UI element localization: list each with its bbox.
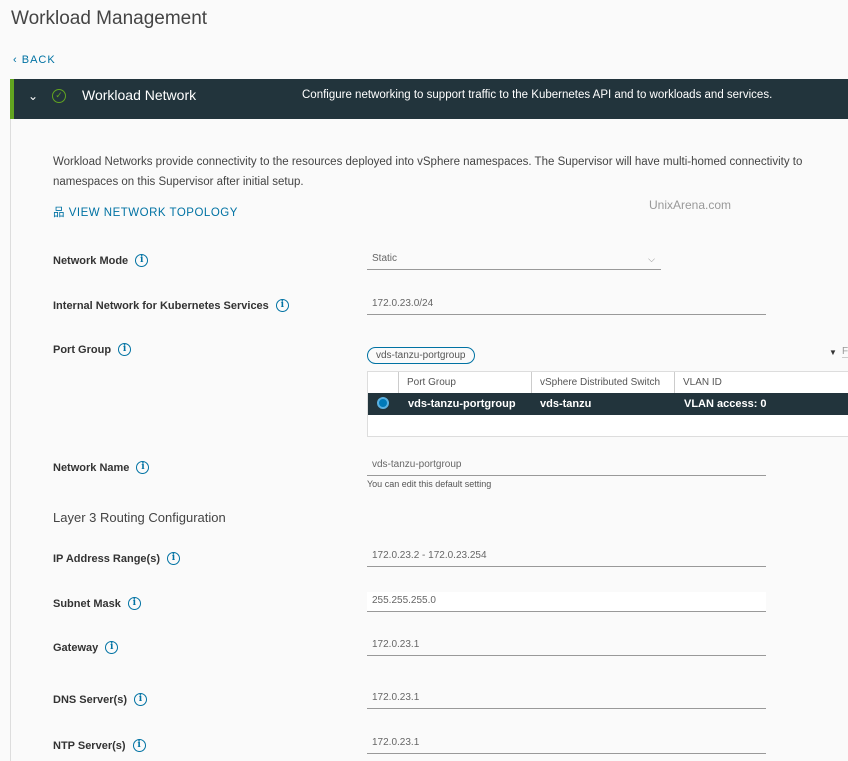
label-text: Network Mode bbox=[53, 254, 129, 267]
chevron-left-icon: ‹ bbox=[13, 54, 22, 66]
dns-input[interactable]: 172.0.23.1 bbox=[367, 689, 766, 709]
internal-network-label: Internal Network for Kubernetes Services… bbox=[53, 299, 289, 312]
section-description: Configure networking to support traffic … bbox=[302, 89, 773, 101]
network-name-input[interactable]: vds-tanzu-portgroup bbox=[367, 456, 766, 476]
info-icon[interactable]: i bbox=[135, 254, 149, 267]
ntp-label: NTP Server(s) i bbox=[53, 739, 146, 752]
info-icon[interactable]: i bbox=[127, 597, 141, 610]
network-mode-label: Network Mode i bbox=[53, 254, 149, 267]
network-name-hint: You can edit this default setting bbox=[367, 479, 492, 489]
page-title: Workload Management bbox=[11, 8, 208, 29]
label-text: Gateway bbox=[53, 641, 99, 654]
select-value: Static bbox=[372, 253, 398, 264]
port-group-label: Port Group i bbox=[53, 343, 132, 356]
back-link[interactable]: ‹ BACK bbox=[13, 54, 56, 66]
topology-link-label: VIEW NETWORK TOPOLOGY bbox=[68, 207, 238, 219]
column-header-port-group[interactable]: Port Group bbox=[398, 372, 531, 393]
info-icon[interactable]: i bbox=[132, 739, 146, 752]
dns-label: DNS Server(s) i bbox=[53, 693, 147, 706]
label-text: Port Group bbox=[53, 343, 112, 356]
check-circle-icon: ✓ bbox=[52, 89, 66, 103]
cell-switch: vds-tanzu bbox=[540, 398, 592, 410]
column-header-vlan[interactable]: VLAN ID bbox=[674, 372, 848, 393]
internal-network-input[interactable]: 172.0.23.0/24 bbox=[367, 295, 766, 315]
label-text: DNS Server(s) bbox=[53, 693, 127, 706]
column-header-switch[interactable]: vSphere Distributed Switch bbox=[531, 372, 674, 393]
table-row[interactable]: vds-tanzu-portgroup vds-tanzu VLAN acces… bbox=[368, 393, 848, 415]
gateway-label: Gateway i bbox=[53, 641, 119, 654]
back-label: BACK bbox=[21, 54, 56, 66]
section-header[interactable]: ⌄ ✓ Workload Network Configure networkin… bbox=[10, 79, 848, 119]
gateway-input[interactable]: 172.0.23.1 bbox=[367, 636, 766, 656]
label-text: NTP Server(s) bbox=[53, 739, 126, 752]
info-icon[interactable]: i bbox=[275, 299, 289, 312]
row-radio-button[interactable] bbox=[377, 397, 389, 409]
label-text: Internal Network for Kubernetes Services bbox=[53, 299, 269, 312]
l3-routing-heading: Layer 3 Routing Configuration bbox=[53, 510, 226, 525]
view-network-topology-link[interactable]: 品 VIEW NETWORK TOPOLOGY bbox=[53, 204, 238, 220]
info-icon[interactable]: i bbox=[105, 641, 119, 654]
subnet-mask-label: Subnet Mask i bbox=[53, 597, 141, 610]
label-text: Subnet Mask bbox=[53, 597, 121, 610]
info-icon[interactable]: i bbox=[136, 461, 150, 474]
port-group-table: Port Group vSphere Distributed Switch VL… bbox=[367, 371, 848, 437]
chevron-down-icon: ⌵ bbox=[648, 254, 655, 264]
watermark: UnixArena.com bbox=[649, 198, 732, 212]
info-icon[interactable]: i bbox=[133, 693, 147, 706]
network-mode-select[interactable]: Static ⌵ bbox=[367, 250, 661, 270]
subnet-mask-input[interactable]: 255.255.255.0 bbox=[367, 592, 766, 612]
label-text: IP Address Range(s) bbox=[53, 552, 160, 565]
filter-input[interactable]: Filter bbox=[842, 346, 848, 358]
label-text: Network Name bbox=[53, 461, 130, 474]
ntp-input[interactable]: 172.0.23.1 bbox=[367, 734, 766, 754]
section-title: Workload Network bbox=[82, 87, 197, 103]
ip-range-label: IP Address Range(s) i bbox=[53, 552, 180, 565]
cell-port-group: vds-tanzu-portgroup bbox=[408, 398, 516, 410]
cell-vlan: VLAN access: 0 bbox=[684, 398, 767, 410]
chevron-down-icon[interactable]: ⌄ bbox=[28, 89, 38, 103]
intro-text-line1: Workload Networks provide connectivity t… bbox=[53, 156, 803, 168]
network-name-label: Network Name i bbox=[53, 461, 150, 474]
info-icon[interactable]: i bbox=[118, 343, 132, 356]
info-icon[interactable]: i bbox=[166, 552, 180, 565]
selected-port-group-pill[interactable]: vds-tanzu-portgroup bbox=[367, 347, 475, 364]
network-topology-icon: 品 bbox=[53, 207, 69, 219]
intro-text-line2: namespaces on this Supervisor after init… bbox=[53, 176, 304, 188]
filter-icon: ▼ bbox=[829, 348, 837, 357]
ip-range-input[interactable]: 172.0.23.2 - 172.0.23.254 bbox=[367, 547, 766, 567]
